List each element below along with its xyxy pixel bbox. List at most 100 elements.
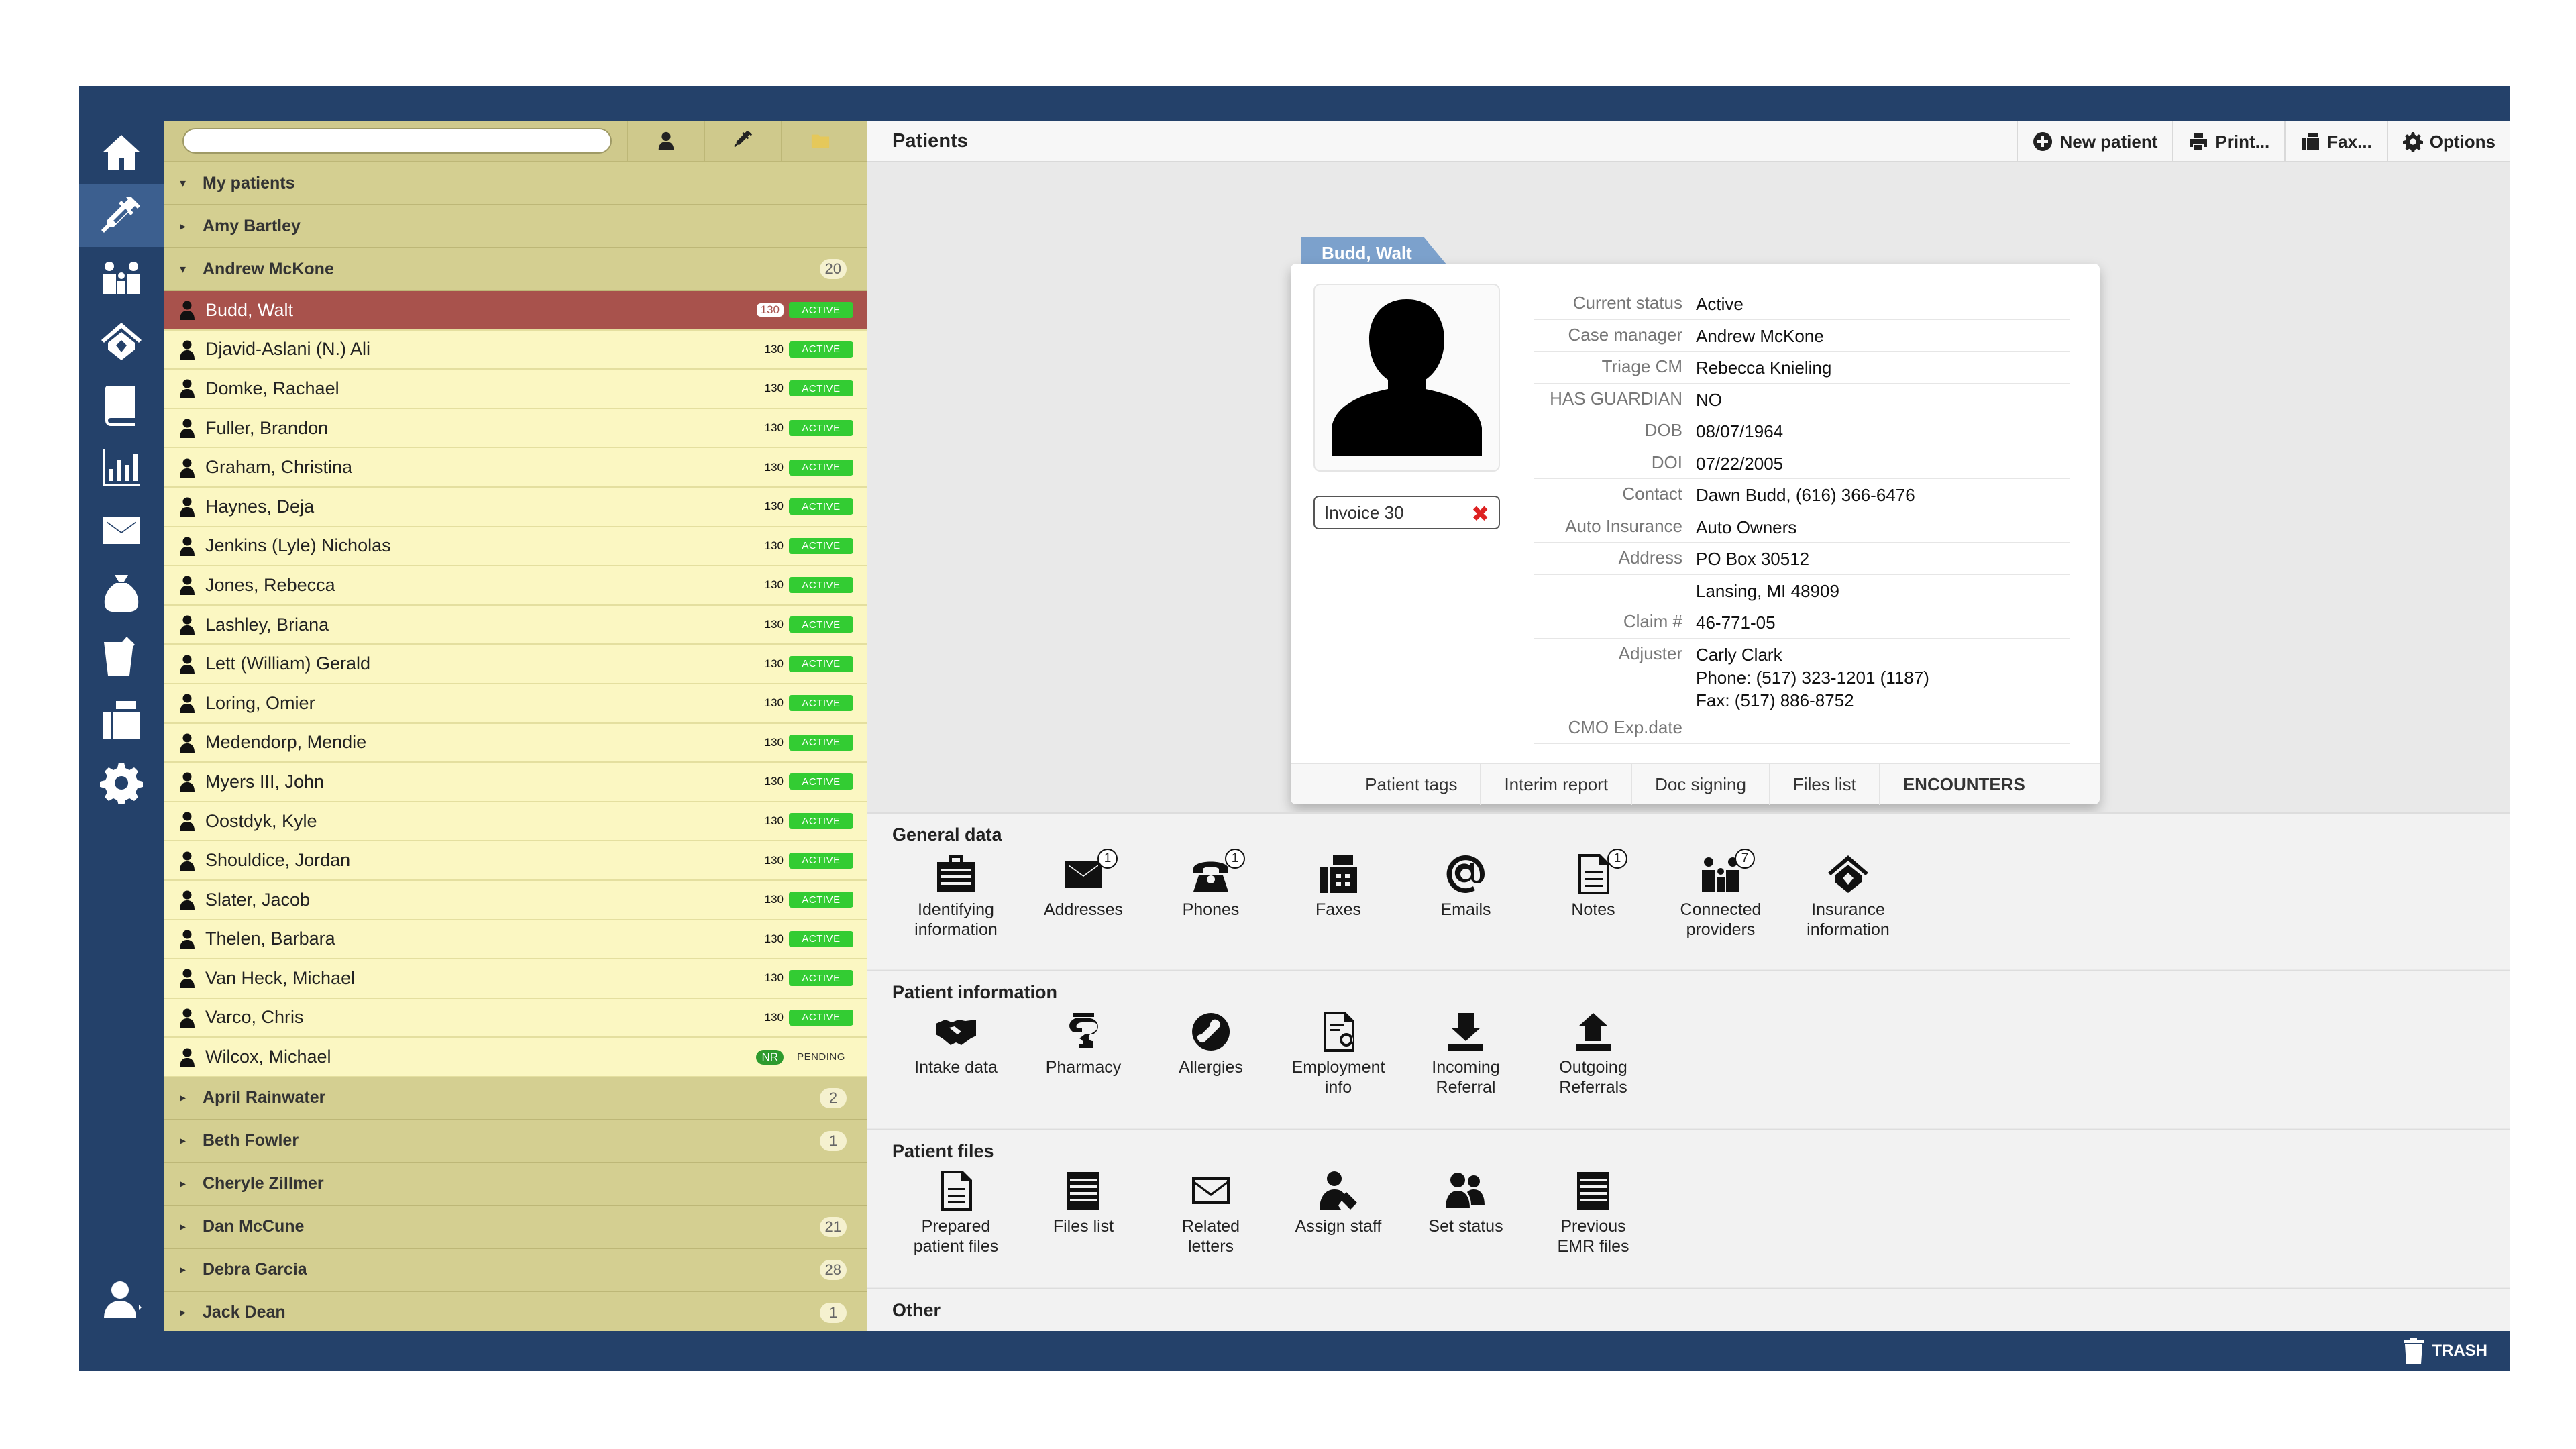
tile-note[interactable]: Notes 1	[1529, 849, 1657, 940]
patient-row[interactable]: Lett (William) Gerald 130 ACTIVE	[164, 645, 867, 684]
card-tab-doc-signing[interactable]: Doc signing	[1631, 763, 1769, 805]
tile-fax[interactable]: Faxes	[1275, 853, 1402, 940]
group-count-badge: 21	[819, 1216, 847, 1237]
patient-row[interactable]: Budd, Walt 130 ACTIVE	[164, 291, 867, 331]
count-badge: 1	[1097, 849, 1118, 869]
mail-icon[interactable]	[79, 499, 164, 562]
caret-icon[interactable]: ▸	[180, 1220, 192, 1234]
group-header[interactable]: ▸ Beth Fowler 1	[164, 1120, 867, 1163]
tile-files[interactable]: Files list	[1020, 1169, 1147, 1256]
group-header[interactable]: ▸ April Rainwater 2	[164, 1077, 867, 1120]
tile-handshake[interactable]: Intake data	[892, 1010, 1020, 1097]
syringe-filter-icon[interactable]	[704, 121, 781, 162]
tile-letters[interactable]: Related letters	[1147, 1169, 1275, 1256]
home-care-icon[interactable]	[79, 310, 164, 373]
patient-row[interactable]: Myers III, John 130 ACTIVE	[164, 763, 867, 802]
remove-x-icon[interactable]: ✖	[1471, 501, 1489, 527]
group-header[interactable]: ▸ Amy Bartley	[164, 205, 867, 248]
person-icon	[178, 458, 196, 478]
tile-pharmacy[interactable]: Pharmacy	[1020, 1010, 1147, 1097]
tile-insurance[interactable]: Insurance information	[1784, 853, 1912, 940]
card-tab-files-list[interactable]: Files list	[1768, 763, 1879, 805]
patient-row[interactable]: Jones, Rebecca 130 ACTIVE	[164, 566, 867, 606]
caret-icon[interactable]: ▸	[180, 1263, 192, 1277]
invoice-tag[interactable]: Invoice 30 ✖	[1313, 496, 1500, 529]
tile-envelope[interactable]: Addresses 1	[1020, 849, 1147, 940]
person-filter-icon[interactable]	[627, 121, 704, 162]
new-patient-button[interactable]: New patient	[2017, 121, 2172, 162]
group-header[interactable]: ▸ Debra Garcia 28	[164, 1248, 867, 1292]
card-tab-patient-tags[interactable]: Patient tags	[1342, 763, 1480, 805]
tile-phone[interactable]: Phones 1	[1147, 849, 1275, 940]
user-profile-icon[interactable]	[79, 1268, 164, 1331]
caret-icon[interactable]: ▸	[180, 1305, 192, 1320]
group-header[interactable]: ▾ My patients	[164, 162, 867, 205]
tile-incoming-referral[interactable]: Incoming Referral	[1402, 1010, 1529, 1097]
patient-row[interactable]: Thelen, Barbara 130 ACTIVE	[164, 920, 867, 960]
caret-icon[interactable]: ▸	[180, 1134, 192, 1148]
trash-button[interactable]: TRASH	[2402, 1338, 2487, 1364]
group-header[interactable]: ▸ Cheryle Zillmer	[164, 1163, 867, 1206]
patient-row[interactable]: Fuller, Brandon 130 ACTIVE	[164, 409, 867, 449]
options-button[interactable]: Options	[2386, 121, 2510, 162]
patient-row[interactable]: Djavid-Aslani (N.) Ali 130 ACTIVE	[164, 330, 867, 370]
patient-row[interactable]: Lashley, Briana 130 ACTIVE	[164, 605, 867, 645]
settings-gear-icon[interactable]	[79, 751, 164, 814]
tile-employment[interactable]: Employment info	[1275, 1010, 1402, 1097]
syringe-icon[interactable]	[79, 184, 164, 247]
tile-id-card[interactable]: Identifying information	[892, 853, 1020, 940]
patient-row[interactable]: Varco, Chris 130 ACTIVE	[164, 998, 867, 1038]
patient-row[interactable]: Wilcox, Michael NR PENDING	[164, 1038, 867, 1077]
card-tab-encounters[interactable]: ENCOUNTERS	[1878, 763, 2048, 805]
tile-assign-staff[interactable]: Assign staff	[1275, 1169, 1402, 1256]
patient-row[interactable]: Jenkins (Lyle) Nicholas 130 ACTIVE	[164, 527, 867, 567]
patient-name: Budd, Walt	[205, 299, 294, 320]
patient-code-badge: 130	[764, 1010, 784, 1024]
home-icon[interactable]	[79, 121, 164, 184]
patient-row[interactable]: Domke, Rachael 130 ACTIVE	[164, 370, 867, 409]
print-button[interactable]: Print...	[2172, 121, 2284, 162]
tile-outgoing-referral[interactable]: Outgoing Referrals	[1529, 1010, 1657, 1097]
clipboard-pen-icon[interactable]	[79, 625, 164, 688]
person-icon	[178, 300, 196, 321]
status-badge: ACTIVE	[789, 773, 853, 790]
status-badge: ACTIVE	[789, 577, 853, 594]
bar-chart-icon[interactable]	[79, 436, 164, 499]
patient-row[interactable]: Loring, Omier 130 ACTIVE	[164, 684, 867, 724]
assign-staff-icon	[1320, 1171, 1357, 1210]
tile-at[interactable]: Emails	[1402, 853, 1529, 940]
count-badge: 7	[1735, 849, 1755, 869]
group-header[interactable]: ▸ Jack Dean 1	[164, 1291, 867, 1331]
caret-icon[interactable]: ▾	[180, 176, 192, 191]
detail-label: Contact	[1622, 484, 1682, 504]
tile-document[interactable]: Prepared patient files	[892, 1169, 1020, 1256]
family-icon[interactable]	[79, 247, 164, 310]
tile-label: Related letters	[1181, 1217, 1240, 1256]
caret-icon[interactable]: ▾	[180, 262, 192, 276]
tile-status[interactable]: Set status	[1402, 1169, 1529, 1256]
patient-row[interactable]: Slater, Jacob 130 ACTIVE	[164, 880, 867, 920]
caret-icon[interactable]: ▸	[180, 1091, 192, 1105]
caret-icon[interactable]: ▸	[180, 1177, 192, 1191]
patient-name: Myers III, John	[205, 771, 325, 792]
money-bag-icon[interactable]	[79, 562, 164, 625]
patient-row[interactable]: Medendorp, Mendie 130 ACTIVE	[164, 723, 867, 763]
patient-row[interactable]: Oostdyk, Kyle 130 ACTIVE	[164, 802, 867, 842]
patient-row[interactable]: Shouldice, Jordan 130 ACTIVE	[164, 841, 867, 881]
tile-allergies[interactable]: Allergies	[1147, 1010, 1275, 1097]
tile-providers[interactable]: Connected providers 7	[1657, 849, 1784, 940]
tile-emr-files[interactable]: Previous EMR files	[1529, 1169, 1657, 1256]
fax-machine-icon[interactable]	[79, 688, 164, 751]
patient-row[interactable]: Graham, Christina 130 ACTIVE	[164, 448, 867, 488]
card-tab-interim-report[interactable]: Interim report	[1480, 763, 1631, 805]
search-input[interactable]	[182, 128, 612, 154]
fax-button[interactable]: Fax...	[2284, 121, 2386, 162]
caret-icon[interactable]: ▸	[180, 219, 192, 233]
folder-filter-icon[interactable]	[781, 121, 858, 162]
patient-row[interactable]: Haynes, Deja 130 ACTIVE	[164, 487, 867, 527]
patient-row[interactable]: Van Heck, Michael 130 ACTIVE	[164, 959, 867, 999]
patient-photo[interactable]	[1313, 284, 1500, 472]
group-header[interactable]: ▸ Dan McCune 21	[164, 1205, 867, 1249]
book-icon[interactable]	[79, 373, 164, 436]
group-header[interactable]: ▾ Andrew McKone 20	[164, 248, 867, 291]
